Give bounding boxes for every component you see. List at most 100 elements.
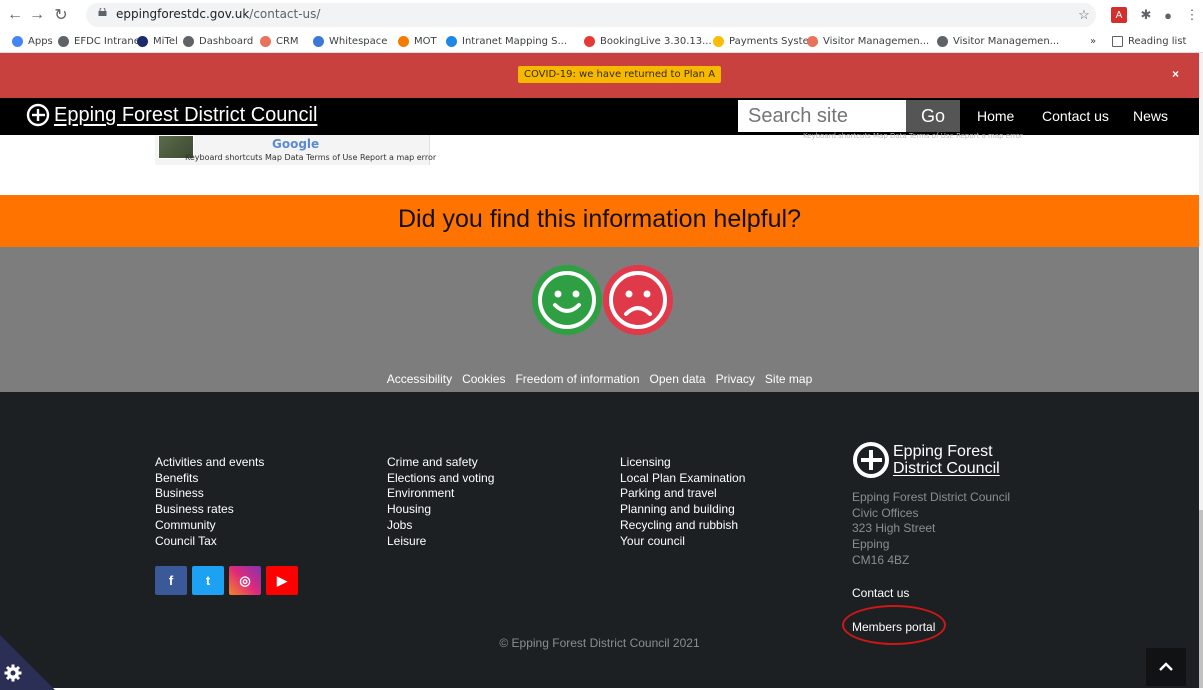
bookmark-item[interactable]: Apps <box>12 33 53 49</box>
bookmark-label: BookingLive 3.30.13... <box>600 35 712 47</box>
site-map-link[interactable]: Site map <box>765 372 812 386</box>
footer-link[interactable]: Local Plan Examination <box>620 471 745 487</box>
address-line: Epping Forest District Council <box>852 490 1011 504</box>
forward-arrow-icon[interactable]: → <box>26 4 48 26</box>
bookmark-label: Visitor Managemen... <box>953 35 1060 47</box>
address-line: Civic Offices <box>852 505 919 520</box>
bookmark-item[interactable]: Intranet Mapping S... <box>446 33 567 49</box>
scrollbar-thumb[interactable] <box>1199 510 1203 688</box>
bookmark-favicon-icon <box>313 35 324 47</box>
search-go-button[interactable]: Go <box>906 100 960 132</box>
sad-face-icon[interactable] <box>603 265 673 335</box>
address-line: Epping <box>852 537 890 552</box>
bookmark-item[interactable]: Visitor Managemen... <box>937 33 1059 49</box>
bookmark-favicon-icon <box>398 35 409 47</box>
footer-link[interactable]: Community <box>155 518 264 534</box>
bookmark-item[interactable]: CRM <box>260 33 299 49</box>
covid-notice-link[interactable]: COVID-19: we have returned to Plan A <box>518 66 722 83</box>
bookmark-label: MiTel <box>153 35 178 47</box>
bookmark-favicon-icon <box>260 35 271 47</box>
bookmark-item[interactable]: EFDC Intranet <box>58 33 144 49</box>
reload-icon[interactable]: ↻ <box>50 4 72 26</box>
footer-contact-us-link[interactable]: Contact us <box>852 586 909 600</box>
gear-icon[interactable] <box>4 664 22 682</box>
council-logo-icon[interactable] <box>26 103 50 127</box>
nav-home-link[interactable]: Home <box>977 108 1014 124</box>
bookmark-favicon-icon <box>12 35 23 47</box>
nav-news-link[interactable]: News <box>1133 108 1168 124</box>
bookmark-favicon-icon <box>58 35 69 47</box>
bookmark-favicon-icon <box>937 35 948 47</box>
bookmark-favicon-icon <box>807 35 818 47</box>
happy-face-icon[interactable] <box>532 265 602 335</box>
menu-kebab-icon[interactable]: ⋮ <box>1182 5 1202 25</box>
bookmark-favicon-icon <box>446 35 457 47</box>
youtube-icon[interactable]: ▶ <box>266 566 298 595</box>
feedback-question: Did you find this information helpful? <box>397 205 801 233</box>
profile-icon[interactable]: ● <box>1158 5 1178 25</box>
accessibility-link[interactable]: Accessibility <box>387 372 452 386</box>
open-data-link[interactable]: Open data <box>650 372 706 386</box>
bookmark-item[interactable]: Dashboard <box>183 33 253 49</box>
footer-utility-links: Accessibility Cookies Freedom of informa… <box>0 372 1199 386</box>
footer-link[interactable]: Business <box>155 486 264 502</box>
back-arrow-icon[interactable]: ← <box>4 4 26 26</box>
banner-close-icon[interactable]: × <box>1172 67 1179 81</box>
site-name-link[interactable]: Epping Forest District Council <box>54 104 317 127</box>
bookmark-item[interactable]: Payments System <box>713 33 818 49</box>
bookmark-label: Dashboard <box>199 35 254 47</box>
footer-link[interactable]: Activities and events <box>155 455 264 471</box>
footer-link[interactable]: Benefits <box>155 471 264 487</box>
footer-link[interactable]: Housing <box>387 502 494 518</box>
address-line: 323 High Street <box>852 521 936 536</box>
footer-link[interactable]: Licensing <box>620 455 745 471</box>
footer-link[interactable]: Business rates <box>155 502 264 518</box>
back-to-top-button[interactable] <box>1146 648 1186 686</box>
bookmark-item[interactable]: MiTel <box>137 33 178 49</box>
bookmark-label: EFDC Intranet <box>74 35 144 47</box>
bookmarks-overflow[interactable]: » <box>1090 33 1096 49</box>
lock-icon <box>98 8 107 16</box>
bookmark-favicon-icon <box>183 35 194 47</box>
footer-column-3: Licensing Local Plan Examination Parking… <box>620 455 745 549</box>
footer-link[interactable]: Parking and travel <box>620 486 745 502</box>
privacy-link[interactable]: Privacy <box>716 372 755 386</box>
chevron-up-icon <box>1159 662 1173 671</box>
footer-link[interactable]: Your council <box>620 534 745 550</box>
footer-link[interactable]: Planning and building <box>620 502 745 518</box>
url-path: /contact-us/ <box>249 7 321 21</box>
bookmark-item[interactable]: MOT <box>398 33 437 49</box>
puzzle-extension-icon[interactable]: ✱ <box>1136 5 1156 25</box>
freedom-of-information-link[interactable]: Freedom of information <box>515 372 639 386</box>
bookmark-item[interactable]: BookingLive 3.30.13... <box>584 33 712 49</box>
nav-contact-us-link[interactable]: Contact us <box>1042 108 1109 124</box>
reading-list-button[interactable]: Reading list <box>1112 33 1186 49</box>
address-line: CM16 4BZ <box>852 552 910 567</box>
footer-logo-line1: Epping Forest <box>893 443 993 460</box>
bookmark-favicon-icon <box>584 35 595 47</box>
footer-link[interactable]: Crime and safety <box>387 455 494 471</box>
footer-link[interactable]: Elections and voting <box>387 471 494 487</box>
footer-link[interactable]: Recycling and rubbish <box>620 518 745 534</box>
twitter-icon[interactable]: t <box>192 566 224 595</box>
bookmark-item[interactable]: Visitor Managemen... <box>807 33 929 49</box>
copyright-text: © Epping Forest District Council 2021 <box>499 636 700 650</box>
footer-column-2: Crime and safety Elections and voting En… <box>387 455 494 549</box>
footer-council-logo-icon <box>853 442 889 478</box>
facebook-icon[interactable]: f <box>155 566 187 595</box>
map-footer-links-right[interactable]: Keyboard shortcuts Map Data Terms of Use… <box>803 132 1023 140</box>
instagram-icon[interactable]: ◎ <box>229 566 261 595</box>
footer-link[interactable]: Council Tax <box>155 534 264 550</box>
cookies-link[interactable]: Cookies <box>462 372 505 386</box>
footer-link[interactable]: Environment <box>387 486 494 502</box>
bookmark-item[interactable]: Whitespace <box>313 33 387 49</box>
star-icon[interactable]: ☆ <box>1074 5 1094 25</box>
search-input[interactable] <box>738 100 906 132</box>
footer-link[interactable]: Jobs <box>387 518 494 534</box>
footer-link[interactable]: Leisure <box>387 534 494 550</box>
url-domain: eppingforestdc.gov.uk <box>116 7 250 21</box>
bookmark-label: Visitor Managemen... <box>823 35 930 47</box>
pdf-extension-icon[interactable]: A <box>1111 7 1127 23</box>
map-footer-links[interactable]: Keyboard shortcuts Map Data Terms of Use… <box>185 153 436 162</box>
footer-column-1: Activities and events Benefits Business … <box>155 455 264 549</box>
